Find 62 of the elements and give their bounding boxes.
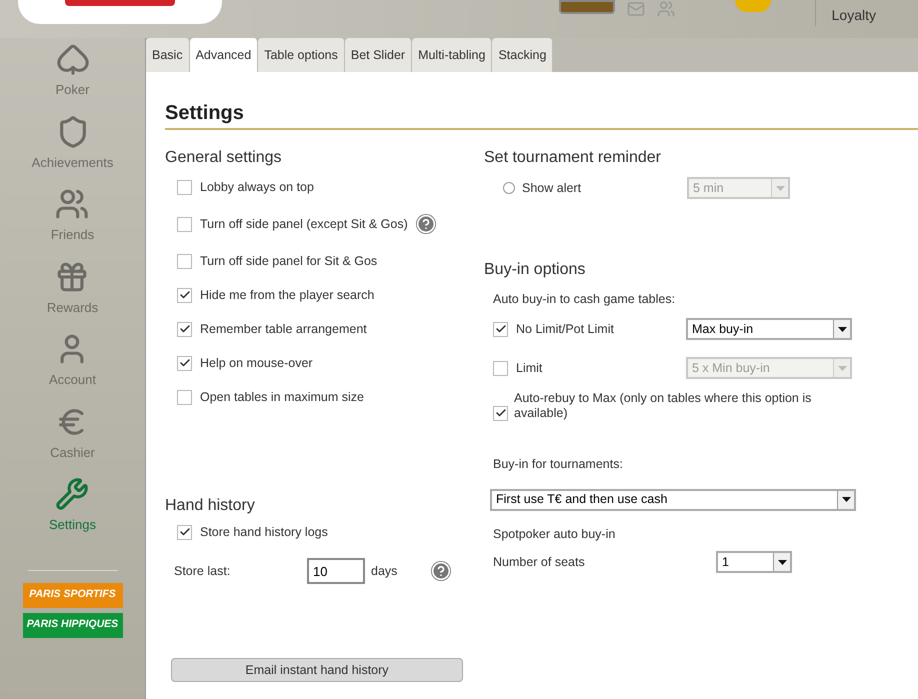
- field-label: Number of seats: [493, 554, 586, 571]
- checkbox[interactable]: [177, 180, 192, 194]
- option-label: Auto-rebuy to Max (only on tables where this option is available): [514, 390, 812, 421]
- spade-icon: [56, 42, 90, 76]
- tab[interactable]: Bet Slider: [344, 38, 412, 72]
- checkbox[interactable]: [177, 390, 192, 404]
- tab[interactable]: Basic: [146, 38, 190, 72]
- caret-icon: [837, 490, 854, 508]
- help-icon[interactable]: [431, 561, 451, 581]
- option-label: Turn off side panel (except Sit & Gos): [200, 216, 408, 233]
- friends-icon: [55, 187, 90, 221]
- option-label: Help on mouse-over: [200, 354, 313, 372]
- email-hand-history-button[interactable]: Email instant hand history: [171, 658, 463, 682]
- checkbox[interactable]: [177, 254, 192, 268]
- option-label: Hide me from the player search: [200, 286, 374, 304]
- wrench-icon: [55, 477, 90, 511]
- checkbox[interactable]: [177, 288, 192, 302]
- tab[interactable]: Advanced: [190, 38, 258, 72]
- option-label: Open tables in maximum size: [200, 388, 364, 406]
- option-label: Remember table arrangement: [200, 320, 367, 338]
- checkbox[interactable]: [177, 524, 192, 540]
- field-label: Buy-in for tournaments:: [492, 456, 624, 473]
- promo-link[interactable]: PARIS HIPPIQUES: [22, 612, 122, 638]
- field-label: Store last:: [174, 562, 232, 580]
- dropdown[interactable]: First use T€ and then use cash: [490, 488, 856, 510]
- tab[interactable]: Stacking: [492, 38, 554, 72]
- section-heading: Hand history: [165, 496, 256, 516]
- help-icon[interactable]: [416, 214, 436, 234]
- option-label: Show alert: [522, 180, 582, 197]
- loyalty-label[interactable]: Loyalty: [832, 7, 876, 23]
- option-label: Store hand history logs: [200, 524, 328, 541]
- caret-icon: [773, 553, 790, 572]
- option-label: No Limit/Pot Limit: [516, 320, 615, 338]
- radio-button[interactable]: [503, 182, 515, 194]
- avatar-photo-placeholder[interactable]: [558, 0, 615, 14]
- dropdown[interactable]: Max buy-in: [686, 318, 852, 340]
- caret-icon: [771, 179, 788, 197]
- tab[interactable]: Table options: [258, 38, 345, 72]
- section-heading: Buy-in options: [484, 260, 586, 280]
- checkbox[interactable]: [177, 356, 192, 370]
- friends-icon[interactable]: [656, 0, 675, 18]
- dropdown[interactable]: 1: [716, 551, 792, 574]
- checkbox[interactable]: [177, 322, 192, 336]
- option-label: Turn off side panel for Sit & Gos: [200, 252, 378, 270]
- unit-label: days: [371, 562, 398, 580]
- caret-icon: [833, 359, 850, 378]
- checkbox[interactable]: [493, 322, 508, 337]
- gift-icon: [55, 260, 90, 294]
- option-label: Lobby always on top: [200, 178, 314, 196]
- section-heading: General settings: [165, 148, 283, 168]
- option-label: Limit: [516, 360, 544, 377]
- field-label: Auto buy-in to cash game tables:: [492, 291, 676, 308]
- caret-icon: [833, 320, 850, 338]
- checkbox[interactable]: [493, 360, 508, 376]
- section-heading: Set tournament reminder: [484, 148, 662, 168]
- field-label: Spotpoker auto buy-in: [492, 526, 616, 543]
- page-title: Settings: [165, 101, 245, 126]
- checkbox[interactable]: [177, 216, 192, 232]
- checkbox[interactable]: [493, 406, 508, 421]
- mail-icon[interactable]: [626, 0, 645, 18]
- tab[interactable]: Multi-tabling: [412, 38, 492, 72]
- days-input-field[interactable]: 10: [307, 558, 365, 584]
